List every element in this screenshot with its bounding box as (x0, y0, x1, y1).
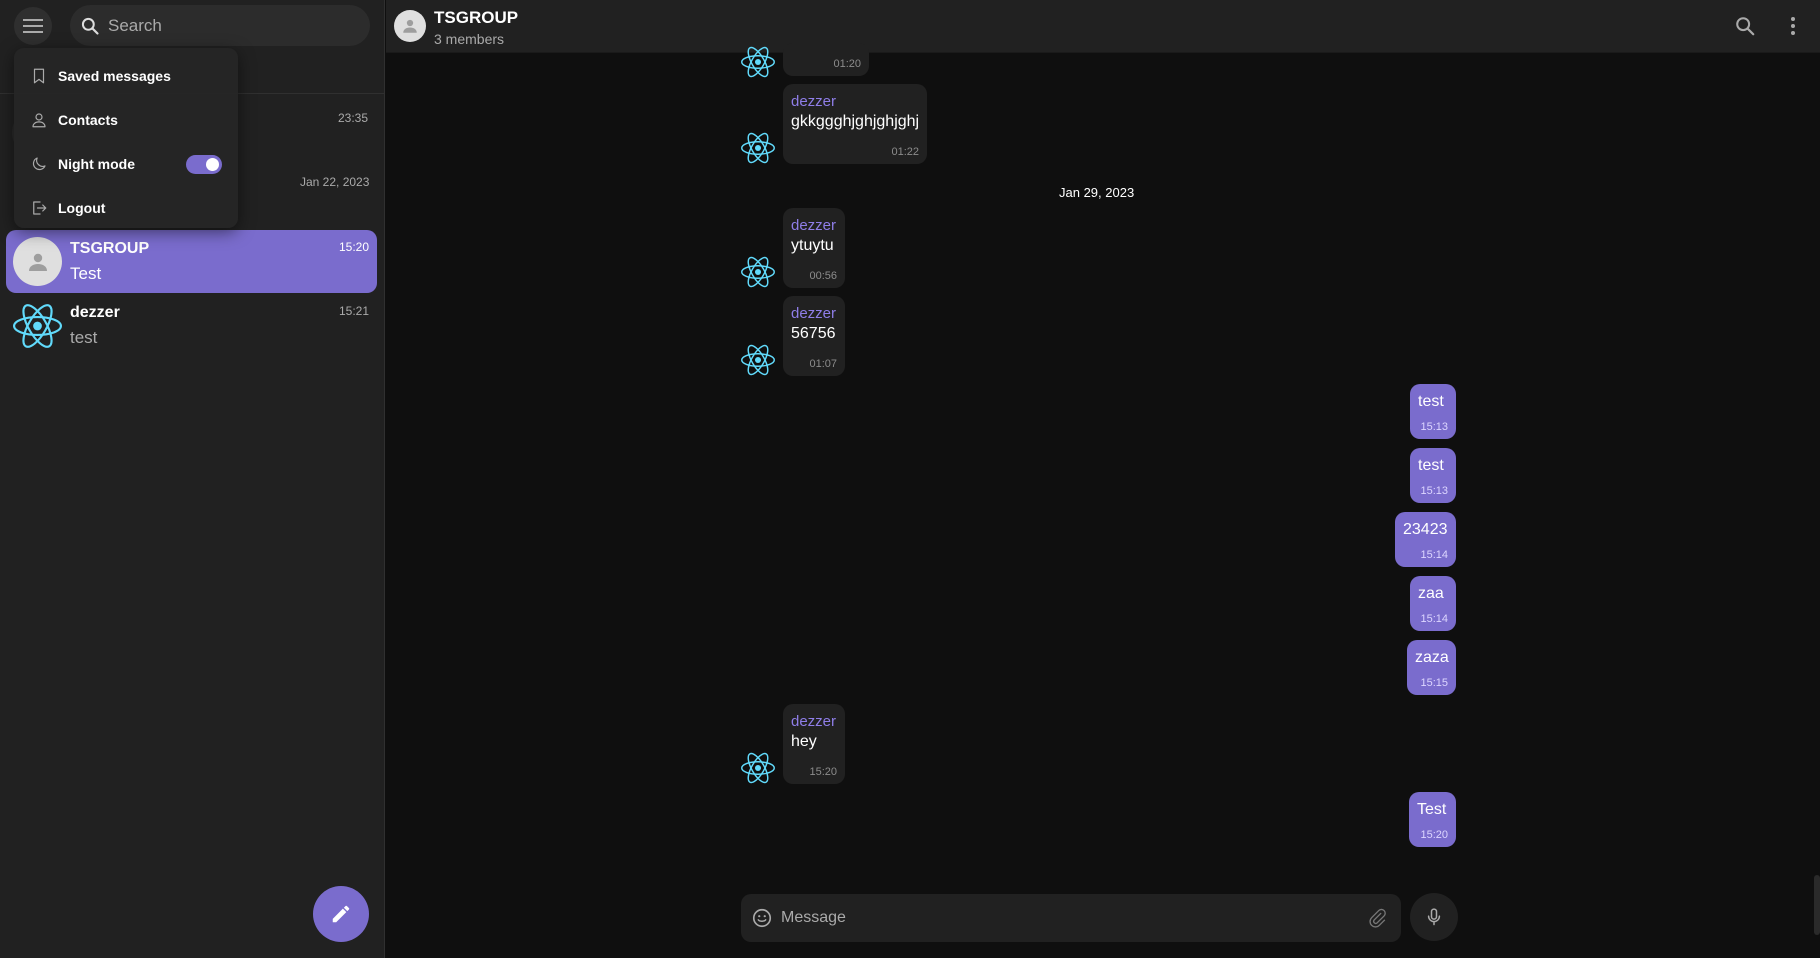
chat-name: dezzer (70, 304, 120, 321)
message-bubble[interactable]: dezzer ytuytu 00:56 (783, 208, 845, 288)
message-text: 56756 (791, 325, 836, 342)
bookmark-icon (33, 68, 45, 84)
message-text: Test (1417, 801, 1447, 818)
message-time: 15:13 (1420, 485, 1448, 497)
search-icon (81, 17, 99, 35)
chat-last-message: Test (70, 264, 102, 283)
message-sender: dezzer (791, 305, 837, 322)
message-sender: dezzer (791, 93, 837, 110)
chat-member-count: 3 members (434, 31, 505, 47)
message-time: 15:13 (1420, 421, 1448, 433)
microphone-icon (1427, 908, 1441, 926)
message-time: 15:14 (1420, 613, 1448, 625)
new-message-button[interactable] (313, 886, 369, 942)
chat-header: TSGROUP 3 members (386, 0, 1820, 53)
hamburger-icon (23, 19, 43, 33)
react-logo-icon (741, 46, 775, 78)
message-sender: dezzer (791, 713, 837, 730)
message-text: zaza (1415, 649, 1449, 666)
scrollbar[interactable] (1814, 875, 1820, 935)
menu-item-saved-messages[interactable]: Saved messages (14, 54, 238, 98)
message-text: 23423 (1403, 521, 1448, 538)
avatar (13, 301, 62, 350)
message-bubble[interactable]: dezzer gkkggghjghjghjghj 01:22 (783, 84, 927, 164)
react-logo-icon (741, 344, 775, 376)
menu-item-contacts[interactable]: Contacts (14, 98, 238, 142)
message-list: 01:20 dezzer gkkggghjghjghjghj 01:22 Jan… (386, 43, 1820, 958)
voice-record-button[interactable] (1410, 893, 1458, 941)
menu-item-label: Logout (58, 200, 106, 216)
message-bubble-outgoing[interactable]: zaa 15:14 (1410, 576, 1456, 631)
menu-item-label: Night mode (58, 156, 135, 172)
user-icon (32, 113, 46, 128)
search-icon (1736, 17, 1755, 36)
search-placeholder: Search (108, 15, 162, 35)
person-icon (403, 19, 417, 33)
message-text: test (1418, 457, 1444, 474)
react-logo-icon (741, 256, 775, 288)
message-bubble-outgoing[interactable]: test 15:13 (1410, 384, 1456, 439)
message-time: 01:20 (833, 58, 861, 70)
menu-item-label: Contacts (58, 112, 118, 128)
message-time: 15:20 (1420, 829, 1448, 841)
message-bubble-outgoing[interactable]: test 15:13 (1410, 448, 1456, 503)
chat-time: 15:20 (338, 240, 369, 254)
menu-button[interactable] (14, 7, 52, 45)
attach-icon[interactable] (1367, 907, 1387, 929)
menu-item-label: Saved messages (58, 68, 171, 84)
avatar (13, 237, 62, 286)
message-time: 01:07 (809, 358, 837, 370)
search-input[interactable]: Search (70, 5, 370, 46)
message-composer[interactable]: Message (741, 894, 1401, 942)
message-bubble[interactable]: dezzer 56756 01:07 (783, 296, 845, 376)
sidebar-header: Search (0, 0, 385, 50)
message-time: 01:22 (891, 146, 919, 158)
pencil-icon (332, 905, 350, 923)
message-bubble-partial: 01:20 (783, 43, 869, 76)
message-text: hey (791, 733, 817, 750)
menu-item-night-mode[interactable]: Night mode (14, 142, 238, 186)
toggle-knob (206, 158, 219, 171)
chat-time: 15:21 (338, 304, 369, 318)
moon-icon (32, 157, 46, 171)
chat-item-tsgroup[interactable]: TSGROUP Test 15:20 (6, 230, 377, 293)
date-separator: Jan 29, 2023 (1059, 185, 1135, 200)
emoji-icon[interactable] (751, 907, 773, 929)
message-text: test (1418, 393, 1444, 410)
react-logo-icon (13, 303, 62, 348)
search-messages-button[interactable] (1731, 12, 1759, 40)
react-logo-icon (741, 132, 775, 164)
menu-item-logout[interactable]: Logout (14, 186, 238, 230)
message-bubble-outgoing[interactable]: zaza 15:15 (1407, 640, 1456, 695)
message-time: 15:20 (809, 766, 837, 778)
message-input[interactable]: Message (781, 909, 846, 927)
chat-item-dezzer[interactable]: dezzer test 15:21 (6, 294, 377, 357)
react-logo-icon (741, 752, 775, 784)
chat-title[interactable]: TSGROUP (434, 8, 518, 28)
hidden-chat-time: 23:35 (338, 111, 369, 125)
logout-icon (33, 201, 47, 215)
message-text: gkkggghjghjghjghj (791, 113, 920, 130)
message-text: zaa (1418, 585, 1444, 602)
message-sender: dezzer (791, 217, 837, 234)
more-options-button[interactable] (1779, 12, 1807, 40)
message-bubble-outgoing[interactable]: Test 15:20 (1409, 792, 1456, 847)
person-icon (28, 253, 47, 271)
group-avatar[interactable] (394, 10, 426, 42)
message-time: 00:56 (809, 270, 837, 282)
message-bubble[interactable]: dezzer hey 15:20 (783, 704, 845, 784)
message-text: ytuytu (791, 237, 834, 254)
message-bubble-outgoing[interactable]: 23423 15:14 (1395, 512, 1456, 567)
message-time: 15:14 (1420, 549, 1448, 561)
more-vertical-icon (1791, 17, 1795, 35)
message-time: 15:15 (1420, 677, 1448, 689)
main-menu-dropdown: Saved messages Contacts Night mode Logou… (14, 48, 238, 228)
hidden-chat-date: Jan 22, 2023 (300, 175, 370, 189)
night-mode-toggle[interactable] (186, 155, 222, 174)
chat-last-message: test (70, 328, 98, 347)
messenger-app: Search 23:35 Jan 22, 2023 TSGROUP Test 1… (0, 0, 1820, 958)
chat-name: TSGROUP (70, 240, 150, 257)
